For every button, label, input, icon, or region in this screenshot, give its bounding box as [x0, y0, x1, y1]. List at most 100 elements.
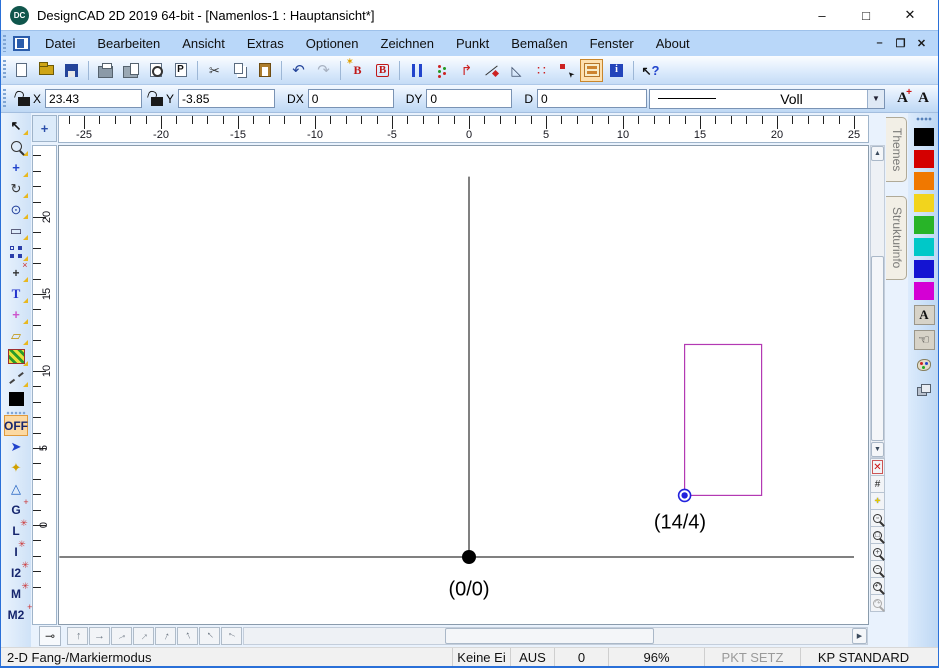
mdi-restore-button[interactable]: ❐	[890, 37, 911, 50]
horizontal-scrollbar[interactable]: ▶	[243, 627, 868, 645]
run-macro-button[interactable]: B	[371, 59, 394, 82]
direction-up-left-steep-button[interactable]: →	[177, 627, 198, 645]
color-swatch[interactable]	[4, 388, 28, 409]
line-snap-tool[interactable]: L✳	[4, 520, 28, 541]
y-coordinate-input[interactable]	[178, 89, 275, 108]
select-tool[interactable]: ↖	[4, 115, 28, 136]
direction-tool-button[interactable]: ⊸	[39, 626, 61, 646]
menu-item-zeichnen[interactable]: Zeichnen	[370, 31, 445, 56]
cut-button[interactable]: ✂	[203, 59, 226, 82]
parallel-lines-button[interactable]	[405, 59, 428, 82]
page-setup-button[interactable]: P	[169, 59, 192, 82]
undo-button[interactable]: ↶	[287, 59, 310, 82]
color-swatch-4[interactable]	[914, 194, 934, 212]
close-view-button[interactable]: ✕	[870, 458, 885, 476]
structure-button[interactable]	[914, 380, 935, 400]
x-coordinate-input[interactable]	[45, 89, 142, 108]
edit-points-tool[interactable]: ▱	[4, 325, 28, 346]
palette-button[interactable]	[914, 355, 935, 375]
rotate-tool[interactable]: ↻	[4, 178, 28, 199]
resize-grip[interactable]	[926, 648, 938, 666]
print-button[interactable]	[94, 59, 117, 82]
color-swatch-6[interactable]	[914, 238, 934, 256]
font-increase-button[interactable]: A+	[892, 88, 913, 109]
context-help-button[interactable]: ↖?	[639, 59, 662, 82]
direction-up-right-button[interactable]: →	[133, 627, 154, 645]
mdi-minimize-button[interactable]: –	[869, 37, 890, 50]
array-tool[interactable]	[4, 241, 28, 262]
text-tool[interactable]: T	[4, 283, 28, 304]
close-button[interactable]: ✕	[888, 3, 932, 27]
hand-select-button[interactable]: ☜	[914, 330, 935, 350]
intersection-snap-tool[interactable]: I✳	[4, 541, 28, 562]
minimize-button[interactable]: –	[800, 3, 844, 27]
layer-options-button[interactable]	[580, 59, 603, 82]
mdi-close-button[interactable]: ✕	[911, 37, 932, 50]
menu-item-ansicht[interactable]: Ansicht	[171, 31, 236, 56]
midpoint-snap-tool[interactable]: M✳	[4, 583, 28, 604]
direction-up-button[interactable]: →	[67, 627, 88, 645]
zoom-in-button[interactable]: +	[870, 543, 885, 561]
dx-coordinate-input[interactable]	[308, 89, 394, 108]
info-button[interactable]: i	[605, 59, 628, 82]
drawing-canvas[interactable]: (0/0)(14/4)	[58, 145, 869, 625]
snap-off-button[interactable]: OFF	[4, 415, 28, 436]
trace-mode-button[interactable]: ↱	[455, 59, 478, 82]
menu-item-punkt[interactable]: Punkt	[445, 31, 500, 56]
midpoint2-snap-tool[interactable]: M2+	[4, 604, 28, 625]
select-outline-button[interactable]: ◺	[505, 59, 528, 82]
ruler-origin-button[interactable]: +	[32, 115, 57, 142]
set-handle-button[interactable]	[555, 59, 578, 82]
print-to-file-button[interactable]	[119, 59, 142, 82]
direction-up-left-button[interactable]: →	[199, 627, 220, 645]
menu-item-datei[interactable]: Datei	[34, 31, 86, 56]
gravity-snap-tool[interactable]: G+	[4, 499, 28, 520]
scroll-down-button[interactable]: ▼	[871, 442, 884, 457]
line-style-dropdown[interactable]: Voll ▼	[649, 89, 885, 109]
lock-icon[interactable]	[18, 97, 30, 106]
menu-item-extras[interactable]: Extras	[236, 31, 295, 56]
vertical-scrollbar[interactable]: ▲ ▼	[870, 145, 885, 458]
dy-coordinate-input[interactable]	[426, 89, 512, 108]
ortho-mode-button[interactable]	[430, 59, 453, 82]
document-icon[interactable]	[13, 36, 30, 51]
scroll-right-button[interactable]: ▶	[852, 628, 867, 644]
wand-tool[interactable]: ✦	[4, 457, 28, 478]
new-file-button[interactable]	[10, 59, 33, 82]
rectangle-tool[interactable]: ▭	[4, 220, 28, 241]
line-style-tool[interactable]	[4, 367, 28, 388]
crosshair-tool[interactable]: +	[4, 304, 28, 325]
color-swatch-5[interactable]	[914, 216, 934, 234]
zoom-previous-button[interactable]: ↶	[870, 577, 885, 595]
zoom-extents-button[interactable]: □	[870, 526, 885, 544]
chevron-down-icon[interactable]: ▼	[867, 90, 884, 108]
intersection2-snap-tool[interactable]: I2✳	[4, 562, 28, 583]
circle-tool[interactable]: ⊙	[4, 199, 28, 220]
color-swatch-8[interactable]	[914, 282, 934, 300]
scroll-up-button[interactable]: ▲	[871, 146, 884, 161]
zoom-window-button[interactable]: ▫	[870, 509, 885, 527]
copy-button[interactable]	[228, 59, 251, 82]
horizontal-scrollbar-thumb[interactable]	[445, 628, 654, 644]
menu-item-optionen[interactable]: Optionen	[295, 31, 370, 56]
paste-button[interactable]	[253, 59, 276, 82]
snap-cursor-tool[interactable]: ➤	[4, 436, 28, 457]
direction-right-button[interactable]: →	[89, 627, 110, 645]
maximize-button[interactable]: □	[844, 3, 888, 27]
d-distance-input[interactable]	[537, 89, 647, 108]
menu-item-bema-en[interactable]: Bemaßen	[500, 31, 578, 56]
zoom-tool[interactable]	[4, 136, 28, 157]
move-point-tool[interactable]: +	[4, 157, 28, 178]
delta-snap-tool[interactable]: △	[4, 478, 28, 499]
snap-line-button[interactable]	[480, 59, 503, 82]
zoom-out-button[interactable]: −	[870, 560, 885, 578]
delete-point-tool[interactable]: +×	[4, 262, 28, 283]
snap-grid-button[interactable]: +	[870, 492, 885, 510]
vertical-scrollbar-thumb[interactable]	[871, 256, 884, 441]
text-style-button[interactable]: A	[914, 305, 935, 325]
redo-button[interactable]: ↷	[312, 59, 335, 82]
tab-themes[interactable]: Themes	[886, 117, 907, 182]
font-style-button[interactable]: A	[913, 88, 934, 109]
menu-item-fenster[interactable]: Fenster	[579, 31, 645, 56]
direction-up-right-steep-button[interactable]: →	[155, 627, 176, 645]
